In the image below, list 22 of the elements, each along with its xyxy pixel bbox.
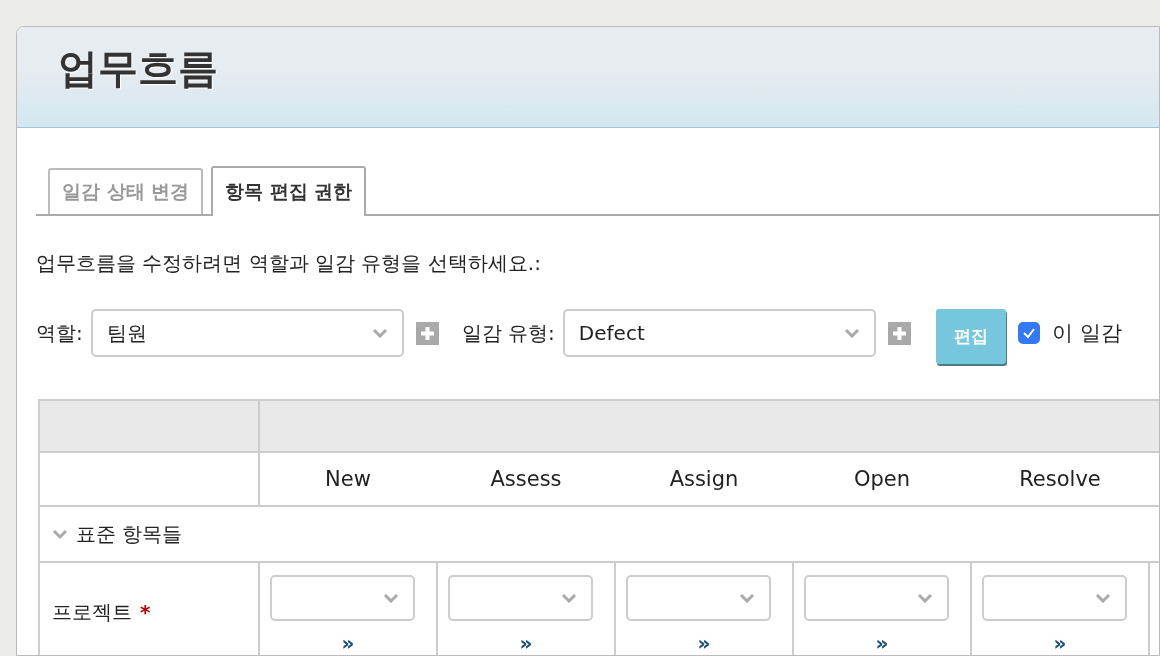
apply-link[interactable]: » [1053, 631, 1067, 655]
page-title: 업무흐름 [58, 44, 218, 93]
apply-link[interactable]: » [875, 631, 889, 655]
row-label: 프로젝트 [52, 600, 132, 624]
required-mark: * [140, 600, 151, 624]
column-header: Assign [615, 452, 793, 506]
field-label: 일감 유형: [461, 319, 555, 347]
dropdown[interactable]: 팀원 [90, 309, 404, 357]
apply-link[interactable]: » [519, 631, 533, 655]
dropdown[interactable]: Defect [562, 309, 876, 357]
column-header: Assess [437, 452, 615, 506]
column-header: New [259, 452, 437, 506]
field-label: 역할: [36, 319, 83, 347]
section-toggle[interactable]: 표준 항목들 [52, 520, 183, 548]
section-title: 표준 항목들 [76, 520, 183, 548]
tab[interactable]: 항목 편집 권한 [211, 166, 367, 216]
column-header: Open [793, 452, 971, 506]
checkbox-label: 이 일감 [1051, 320, 1122, 347]
apply-link[interactable]: » [341, 631, 355, 655]
instruction-text: 업무흐름을 수정하려면 역할과 일감 유형을 선택하세요.: [36, 250, 541, 277]
apply-link[interactable]: » [697, 631, 711, 655]
column-header: Resolve [971, 452, 1149, 506]
